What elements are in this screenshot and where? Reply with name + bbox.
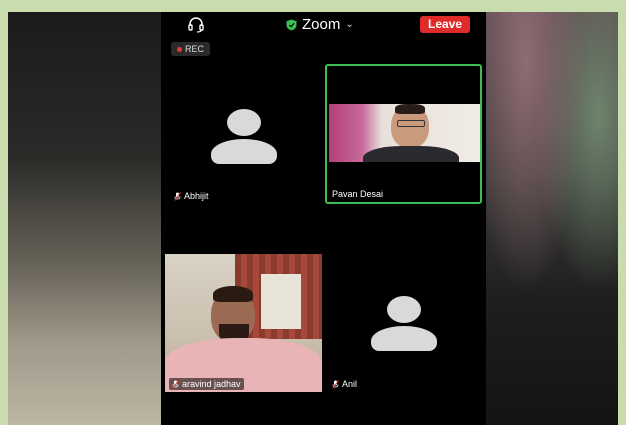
blurred-background-left [8,12,161,425]
headset-icon[interactable] [187,16,205,34]
avatar-placeholder [209,109,279,164]
participant-name: Anil [342,379,358,389]
participant-tile-anil[interactable]: Anil [325,254,482,394]
mic-muted-icon [174,191,181,201]
shield-icon [286,19,297,30]
participant-name-tag: aravind jadhav [169,378,244,390]
meeting-topbar: Zoom ⌄ Leave [161,12,486,40]
participant-name: Abhijit [184,191,209,201]
rec-label: REC [185,44,205,54]
avatar-placeholder [369,296,439,351]
recording-badge: REC [171,42,211,56]
meeting-title-text: Zoom [302,16,341,33]
participant-name: Pavan Desai [332,189,384,199]
participant-tile-pavan-desai[interactable]: Pavan Desai [325,64,482,204]
chevron-down-icon: ⌄ [345,19,354,30]
blurred-background-right [486,12,618,425]
participant-name: aravind jadhav [182,379,241,389]
participant-name-tag: Pavan Desai [329,188,386,200]
meeting-screen: Zoom ⌄ Leave REC Abhijit Pavan Desai ara… [161,12,486,425]
leave-button[interactable]: Leave [420,16,470,33]
participant-name-tag: Anil [329,378,360,390]
participant-name-tag: Abhijit [171,190,212,202]
participant-tile-aravind-jadhav[interactable]: aravind jadhav [165,254,322,394]
rec-dot-icon [177,46,182,52]
meeting-title-dropdown[interactable]: Zoom ⌄ [286,16,354,33]
participant-video [165,254,322,392]
mic-muted-icon [332,379,339,389]
mic-muted-icon [172,379,179,389]
participant-tile-abhijit[interactable]: Abhijit [165,64,323,204]
participant-video [329,104,480,162]
